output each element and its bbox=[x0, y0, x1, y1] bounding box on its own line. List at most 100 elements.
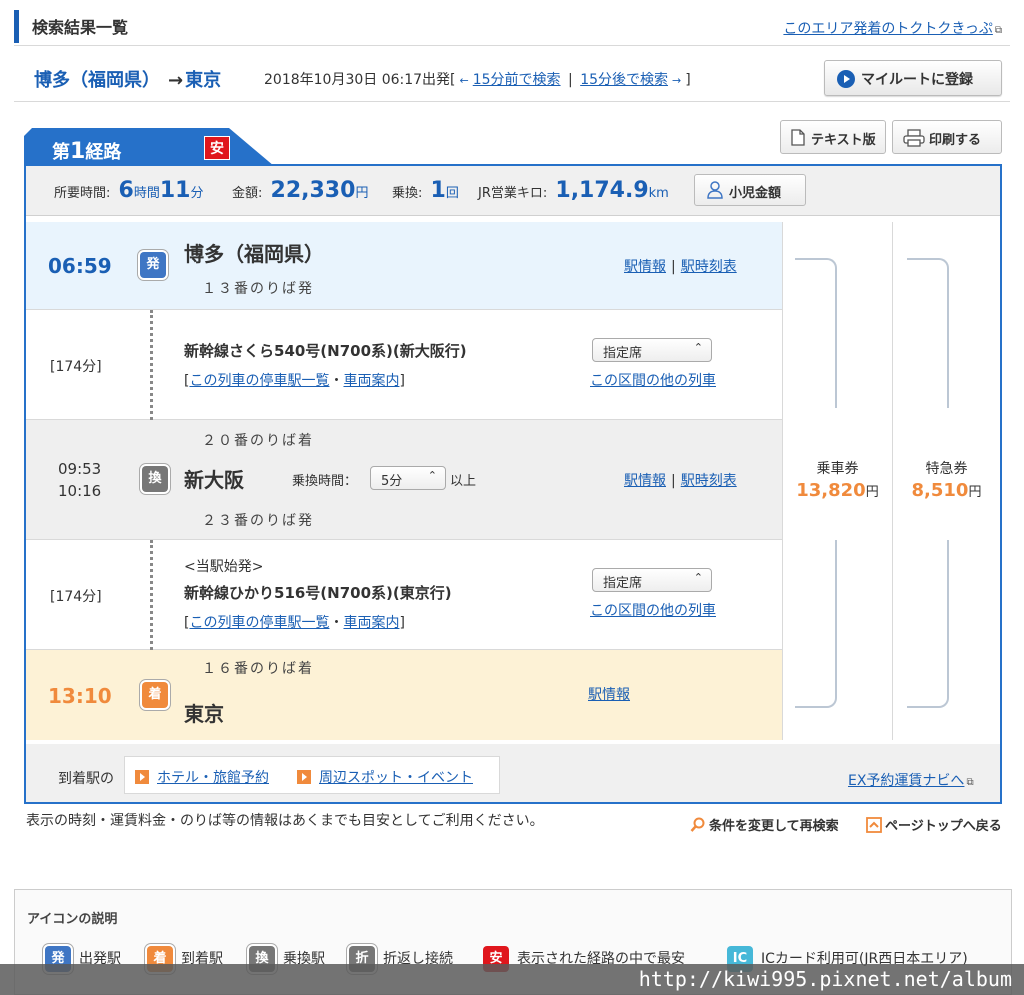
spot-link-item[interactable]: 周辺スポット・イベント bbox=[297, 767, 473, 787]
seat-type-select[interactable]: 指定席 ⌃ bbox=[592, 338, 712, 362]
arrival-station: 東京 bbox=[184, 702, 224, 726]
ticket-fare-value: 13,820 bbox=[796, 480, 866, 501]
area-ticket-link[interactable]: このエリア発着のトクトクきっぷ bbox=[783, 21, 992, 37]
results-header: 検索結果一覧 このエリア発着のトクトクきっぷ ⧉ bbox=[14, 10, 1010, 46]
select-chevron-icon: ⌃ bbox=[693, 571, 703, 584]
other-trains-link[interactable]: この区間の他の列車 bbox=[590, 600, 716, 620]
other-trains-link[interactable]: この区間の他の列車 bbox=[590, 370, 716, 390]
minutes-unit: 分 bbox=[190, 186, 204, 201]
cheapest-badge: 安 bbox=[204, 136, 230, 160]
fare-total: 22,330 bbox=[270, 178, 356, 203]
transfer-timetable-link[interactable]: 駅時刻表 bbox=[681, 473, 737, 489]
transfer-arrival-time: 09:53 bbox=[58, 460, 102, 478]
summary-time: 所要時間: 6時間11分 bbox=[54, 178, 204, 203]
segment-duration: [174分] bbox=[50, 589, 102, 605]
header-accent-bar bbox=[14, 10, 19, 43]
footer-links-box: ホテル・旅館予約 周辺スポット・イベント bbox=[124, 756, 500, 794]
departure-links: 駅情報 | 駅時刻表 bbox=[624, 256, 737, 276]
arrival-station-info-link[interactable]: 駅情報 bbox=[588, 684, 630, 704]
time-minutes: 11 bbox=[159, 178, 191, 203]
transfer-label: 乗換: bbox=[392, 186, 423, 201]
transfer-unit: 回 bbox=[445, 186, 459, 201]
arrival-row: １６番のりば着 13:10 着 東京 駅情報 bbox=[26, 650, 782, 740]
area-ticket-link-wrap[interactable]: このエリア発着のトクトクきっぷ ⧉ bbox=[783, 18, 1002, 38]
summary-km: JR営業キロ: 1,174.9km bbox=[478, 178, 669, 203]
hours-unit: 時間 bbox=[133, 186, 160, 201]
print-label: 印刷する bbox=[929, 133, 982, 148]
route-line bbox=[150, 540, 153, 650]
departure-station: 博多（福岡県） bbox=[184, 242, 324, 266]
summary-fare: 金額: 22,330円 bbox=[232, 178, 368, 203]
stop-list-link[interactable]: この列車の停車駅一覧 bbox=[189, 373, 329, 389]
link-dot: ・ bbox=[329, 373, 344, 389]
km-label: JR営業キロ: bbox=[478, 186, 548, 201]
ex-fare-navi-wrap[interactable]: EX予約運賃ナビへ ⧉ bbox=[848, 770, 974, 790]
text-version-label: テキスト版 bbox=[811, 133, 876, 148]
hotel-link-item[interactable]: ホテル・旅館予約 bbox=[135, 767, 269, 787]
route-tab-1[interactable]: 第1経路 安 bbox=[24, 128, 274, 166]
hotel-booking-link[interactable]: ホテル・旅館予約 bbox=[157, 770, 269, 786]
summary-transfers: 乗換: 1回 bbox=[392, 178, 459, 203]
transfer-departure-time: 10:16 bbox=[58, 482, 102, 500]
arrival-platform: １６番のりば着 bbox=[202, 661, 314, 677]
stop-list-link[interactable]: この列車の停車駅一覧 bbox=[189, 615, 329, 631]
page-title: 検索結果一覧 bbox=[32, 18, 129, 37]
next-arrow-icon: → bbox=[672, 74, 682, 87]
select-chevron-icon: ⌃ bbox=[693, 341, 703, 354]
km-unit: km bbox=[648, 186, 669, 201]
dt-separator: | bbox=[568, 72, 573, 88]
arrival-station-footer: 到着駅の ホテル・旅館予約 周辺スポット・イベント EX予約運賃ナビへ ⧉ bbox=[26, 744, 1000, 802]
play-circle-icon bbox=[837, 70, 855, 88]
fare-bracket-bottom bbox=[795, 540, 837, 708]
external-window-icon: ⧉ bbox=[994, 25, 1002, 36]
search-15min-earlier[interactable]: 15分前で検索 bbox=[473, 72, 561, 88]
arrival-badge: 着 bbox=[142, 682, 168, 708]
ticket-label: 乗車券 bbox=[816, 461, 859, 477]
fare-unit: 円 bbox=[355, 186, 369, 201]
departure-timetable-link[interactable]: 駅時刻表 bbox=[681, 259, 737, 275]
train-links: [この列車の停車駅一覧・車両案内] bbox=[184, 612, 405, 632]
train-segment-2: [174分] <当駅始発> 新幹線ひかり516号(N700系)(東京行) [この… bbox=[26, 540, 782, 650]
page-top-link[interactable]: ページトップへ戻る bbox=[866, 815, 1002, 837]
car-guide-link[interactable]: 車両案内 bbox=[343, 373, 399, 389]
transfer-departure-platform: ２３番のりば発 bbox=[202, 513, 314, 529]
research-link[interactable]: 条件を変更して再検索 bbox=[690, 815, 839, 837]
fare-bracket-bottom bbox=[907, 540, 949, 708]
transfer-time-select[interactable]: 5分 ⌃ bbox=[370, 466, 446, 490]
transfer-time-value: 5分 bbox=[381, 474, 403, 489]
transfer-count: 1 bbox=[430, 178, 446, 203]
transfer-badge: 換 bbox=[142, 466, 168, 492]
seat-type-value: 指定席 bbox=[603, 346, 643, 361]
nearby-spots-link[interactable]: 周辺スポット・イベント bbox=[319, 770, 473, 786]
ticket-fare: 13,820円 bbox=[783, 480, 892, 501]
child-fare-button[interactable]: 小児金額 bbox=[694, 174, 806, 206]
express-fare: 8,510円 bbox=[893, 480, 1000, 501]
search-15min-later[interactable]: 15分後で検索 bbox=[580, 72, 668, 88]
route-tab-suffix: 経路 bbox=[85, 142, 122, 163]
departure-platform: １３番のりば発 bbox=[202, 281, 314, 297]
transfer-time-suffix: 以上 bbox=[450, 474, 477, 489]
search-datetime: 2018年10月30日 06:17出発[← 15分前で検索 | 15分後で検索 →] bbox=[264, 69, 691, 89]
transfer-station: 新大阪 bbox=[184, 468, 244, 492]
express-fare-value: 8,510 bbox=[911, 480, 969, 501]
departure-datetime: 2018年10月30日 06:17出発[ bbox=[264, 72, 456, 88]
departure-station-info-link[interactable]: 駅情報 bbox=[624, 259, 666, 275]
watermark-url: http://kiwi995.pixnet.net/album bbox=[0, 964, 1024, 995]
text-version-button[interactable]: テキスト版 bbox=[780, 120, 886, 154]
dt-close: ] bbox=[685, 72, 691, 88]
ex-fare-navi-link[interactable]: EX予約運賃ナビへ bbox=[848, 773, 964, 789]
to-station: 東京 bbox=[185, 70, 222, 91]
transfer-station-info-link[interactable]: 駅情報 bbox=[624, 473, 666, 489]
disclaimer-note: 表示の時刻・運賃料金・のりば等の情報はあくまでも目安としてご利用ください。 bbox=[26, 813, 544, 829]
fare-unit: 円 bbox=[968, 485, 982, 500]
page-top-label: ページトップへ戻る bbox=[885, 819, 1002, 834]
print-button[interactable]: 印刷する bbox=[892, 120, 1002, 154]
seat-type-value: 指定席 bbox=[603, 576, 643, 591]
arrow-square-icon bbox=[297, 770, 311, 784]
transfer-arrival-platform: ２０番のりば着 bbox=[202, 433, 314, 449]
seat-type-select[interactable]: 指定席 ⌃ bbox=[592, 568, 712, 592]
register-my-route-button[interactable]: マイルートに登録 bbox=[824, 60, 1002, 96]
departure-time: 06:59 bbox=[48, 254, 112, 278]
printer-icon bbox=[903, 129, 925, 151]
car-guide-link[interactable]: 車両案内 bbox=[343, 615, 399, 631]
